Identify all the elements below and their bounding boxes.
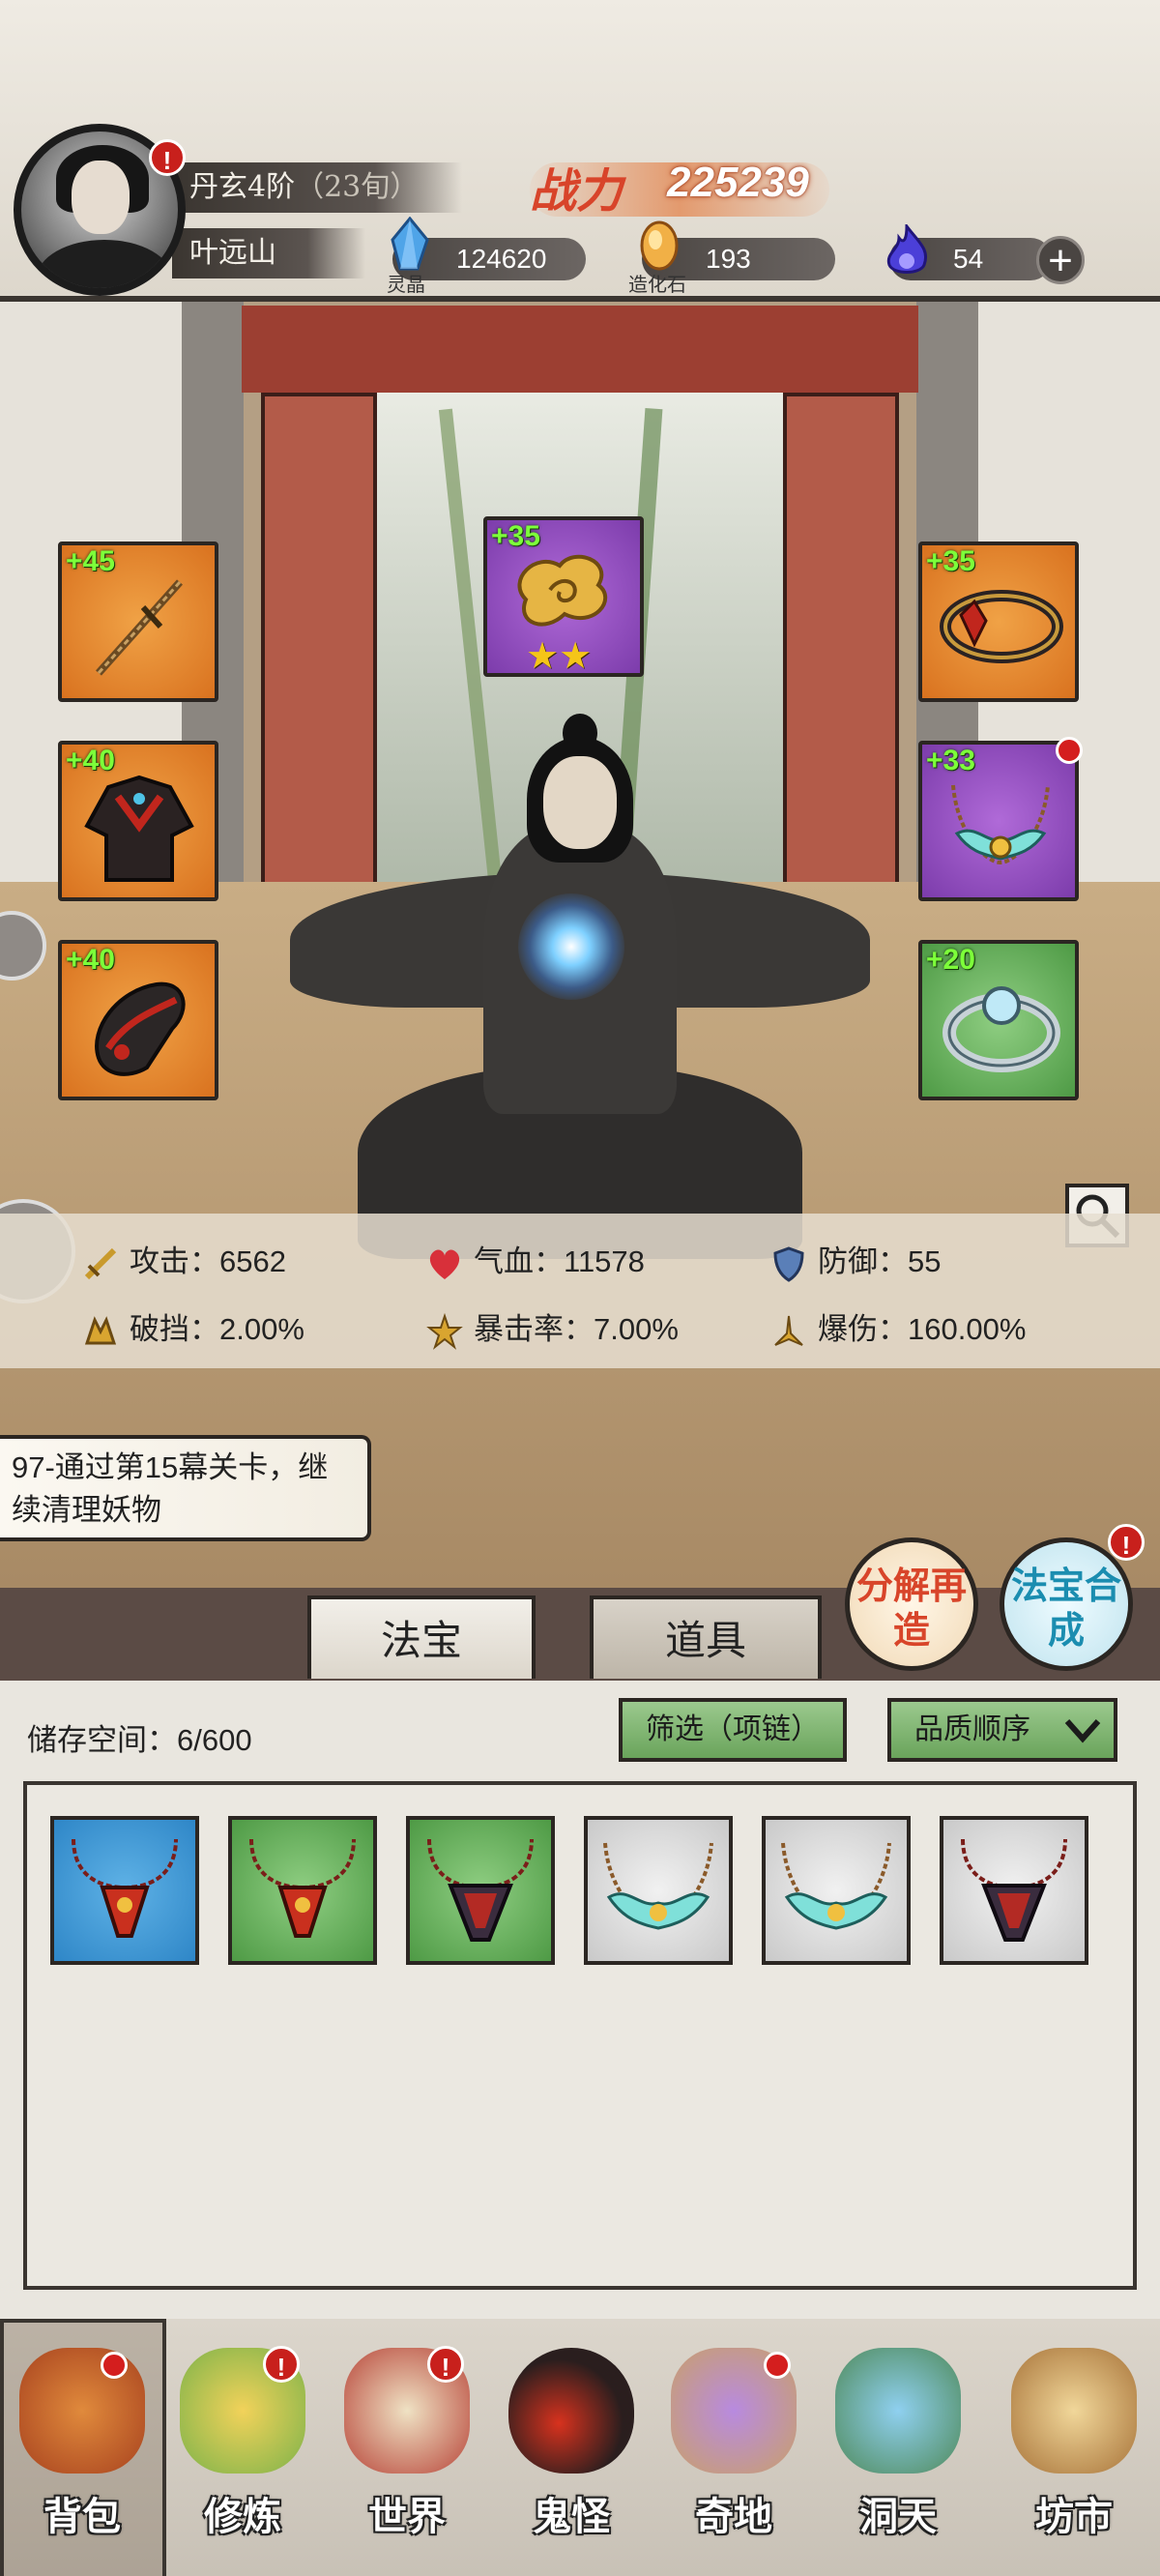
nav-world[interactable]: ! 世界	[325, 2323, 489, 2555]
stat-defense: 防御：55	[769, 1243, 941, 1282]
tab-strip	[0, 1588, 1160, 1681]
crystal-value: 124620	[456, 244, 547, 274]
filter-button[interactable]: 筛选（项链）	[619, 1698, 847, 1762]
character-scene: +35 ★★ +45 +40 +40 +35 +33 +20	[0, 302, 1160, 1588]
power-label: 战力	[530, 164, 624, 219]
character-stats: 攻击：6562 气血：11578 防御：55 破挡：2.00% 暴击率：7.00…	[0, 1214, 1160, 1368]
star-rating-icons: ★★	[526, 636, 593, 677]
stat-hp: 气血：11578	[425, 1243, 645, 1281]
golden-cloud-talisman-icon	[517, 554, 607, 627]
equip-slot-weapon[interactable]: +45	[58, 542, 218, 702]
player-name: 叶远山	[189, 236, 276, 270]
backpack-alert-icon	[101, 2352, 128, 2379]
boots-icon	[95, 981, 186, 1076]
block-break-icon	[84, 1315, 117, 1345]
cave-heaven-icon	[835, 2348, 961, 2474]
stat-crit-damage: 爆伤：160.00%	[769, 1310, 1026, 1349]
inventory-item[interactable]	[762, 1816, 911, 1965]
blue-flame-value: 54	[953, 244, 984, 274]
headband-icon	[940, 590, 1063, 663]
equip-slot-boots[interactable]: +40	[58, 940, 218, 1100]
inventory-item[interactable]	[406, 1816, 555, 1965]
jade-bird-necklace-icon	[781, 1842, 891, 1930]
dark-pendant-necklace-icon	[961, 1838, 1067, 1942]
sort-dropdown[interactable]: 品质顺序	[887, 1698, 1117, 1762]
synthesize-alert-icon: !	[1108, 1524, 1145, 1561]
quest-text: 97-通过第15幕关卡，继续清理妖物	[12, 1450, 329, 1527]
nav-demons[interactable]: 鬼怪	[489, 2323, 653, 2555]
dark-pendant-necklace-icon	[427, 1838, 534, 1942]
nav-cave-heaven[interactable]: 洞天	[816, 2323, 980, 2555]
combat-power: 战力 225239	[530, 153, 829, 220]
inventory-grid	[23, 1781, 1137, 2290]
world-alert-icon: !	[427, 2346, 464, 2383]
equip-slot-ring[interactable]: +20	[918, 940, 1079, 1100]
stat-attack: 攻击：6562	[81, 1243, 286, 1281]
synthesize-button[interactable]: 法宝合成	[1000, 1537, 1133, 1671]
add-resource-button[interactable]: +	[1036, 236, 1085, 284]
inventory-item[interactable]	[584, 1816, 733, 1965]
red-pendant-necklace-icon	[72, 1838, 178, 1938]
inventory-item[interactable]	[228, 1816, 377, 1965]
equip-slot-armor[interactable]: +40	[58, 741, 218, 901]
stat-crit-rate: 暴击率：7.00%	[425, 1310, 679, 1350]
creation-stone-value: 193	[706, 244, 751, 274]
realm-bar: 丹玄4阶（23旬）	[172, 162, 462, 213]
necklace-icon	[951, 784, 1050, 865]
sword-icon	[96, 579, 183, 676]
power-value: 225239	[667, 159, 809, 206]
nav-mystic-land[interactable]: 奇地	[652, 2323, 816, 2555]
age-label: （23旬）	[295, 170, 420, 204]
blue-flame-icon	[886, 224, 927, 274]
market-icon	[1011, 2348, 1137, 2474]
inventory-item[interactable]	[940, 1816, 1088, 1965]
nav-backpack[interactable]: 背包	[0, 2323, 164, 2555]
realm-label: 丹玄4阶	[189, 170, 296, 204]
equip-slot-necklace[interactable]: +33	[918, 737, 1083, 901]
quest-tracker[interactable]: 97-通过第15幕关卡，继续清理妖物	[0, 1435, 371, 1541]
player-name-bar: 叶远山	[172, 228, 365, 278]
meditating-cultivator	[290, 714, 870, 1259]
cultivation-alert-icon: !	[263, 2346, 300, 2383]
tab-items[interactable]: 道具	[590, 1595, 822, 1679]
shield-icon	[773, 1246, 804, 1282]
avatar-alert-icon: !	[149, 139, 186, 176]
top-status-bar: 丹玄4阶（23旬） 叶远山 ! 战力 225239 124620 灵晶 193 …	[0, 0, 1160, 302]
creation-stone-label: 造化石	[628, 275, 686, 296]
attack-icon	[84, 1247, 117, 1279]
robe-icon	[84, 775, 194, 882]
heart-icon	[429, 1249, 460, 1279]
spirit-orb	[518, 893, 624, 1000]
jade-bird-necklace-icon	[603, 1842, 713, 1930]
storage-capacity: 储存空间：6/600	[27, 1723, 252, 1757]
jade-ring-icon	[942, 986, 1060, 1072]
tab-treasure[interactable]: 法宝	[307, 1595, 536, 1679]
stat-block-break: 破挡：2.00%	[81, 1310, 304, 1349]
decompose-button[interactable]: 分解再造	[845, 1537, 978, 1671]
nav-market[interactable]: 坊市	[992, 2323, 1156, 2555]
equip-slot-headband[interactable]: +35	[918, 542, 1079, 702]
crit-rate-icon	[426, 1312, 463, 1350]
creation-stone-icon	[640, 220, 679, 271]
equip-slot-talisman[interactable]: +35 ★★	[483, 516, 644, 677]
demon-egg-icon	[508, 2348, 634, 2474]
bottom-navigation: 背包 ! 修炼 ! 世界 鬼怪 奇地 洞天 坊市	[0, 2319, 1160, 2576]
crit-damage-icon	[774, 1315, 803, 1346]
new-item-alert-icon	[1056, 737, 1083, 764]
inventory-item[interactable]	[50, 1816, 199, 1965]
mystic-land-alert-icon	[764, 2352, 791, 2379]
crystal-label: 灵晶	[387, 275, 425, 296]
chevron-down-icon	[1064, 1719, 1101, 1743]
red-pendant-necklace-icon	[249, 1838, 356, 1938]
nav-cultivation[interactable]: ! 修炼	[160, 2323, 325, 2555]
crystal-icon	[391, 217, 429, 271]
